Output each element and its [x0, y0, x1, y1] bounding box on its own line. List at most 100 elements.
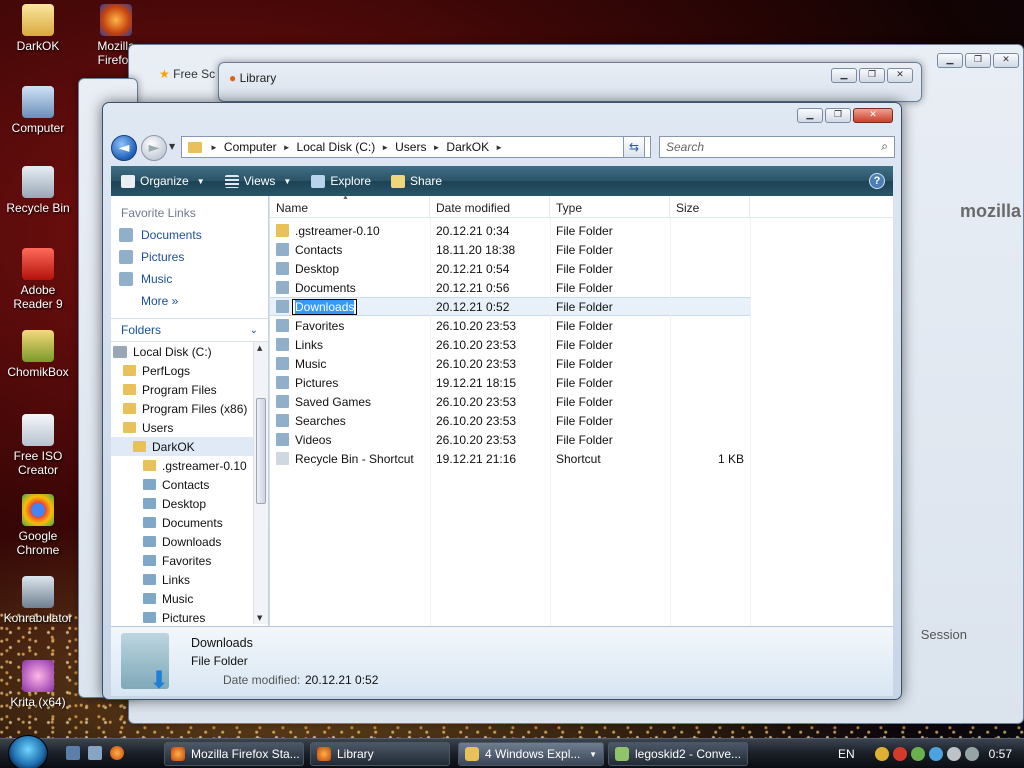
desktop-icon-krita[interactable]: Krita (x64): [0, 660, 76, 709]
file-row[interactable]: .gstreamer-0.10 20.12.21 0:34 File Folder: [270, 221, 893, 240]
explorer-titlebar[interactable]: ▁ ❐ ✕: [103, 103, 901, 133]
column-header-name[interactable]: ▲ Name: [270, 194, 430, 217]
tray-icon[interactable]: [928, 747, 943, 761]
scroll-down-icon[interactable]: ▼: [257, 614, 262, 622]
tree-item[interactable]: PerfLogs: [111, 361, 268, 380]
breadcrumb-darkok[interactable]: DarkOK: [442, 140, 493, 154]
explorer-window[interactable]: ▁ ❐ ✕ ◄ ► ▼ ► Computer ► Local Disk (C:)…: [102, 102, 902, 700]
chevron-right-icon[interactable]: ►: [430, 143, 442, 152]
file-row[interactable]: Desktop 20.12.21 0:54 File Folder: [270, 259, 893, 278]
network-icon[interactable]: [946, 747, 961, 761]
tree-item[interactable]: Favorites: [111, 551, 268, 570]
tray-icon[interactable]: [874, 747, 889, 761]
address-bar[interactable]: ► Computer ► Local Disk (C:) ► Users ► D…: [181, 136, 651, 158]
tray-icon[interactable]: [910, 747, 925, 761]
forward-button[interactable]: ►: [141, 135, 167, 161]
scroll-up-icon[interactable]: ▲: [257, 344, 262, 352]
search-icon[interactable]: ⌕: [881, 139, 888, 154]
tree-item[interactable]: Program Files: [111, 380, 268, 399]
desktop-icon-darkok[interactable]: DarkOK: [0, 4, 76, 53]
file-row[interactable]: Contacts 18.11.20 18:38 File Folder: [270, 240, 893, 259]
desktop-icon-free-iso-creator[interactable]: Free ISO Creator: [0, 414, 76, 477]
maximize-icon[interactable]: ❐: [859, 68, 885, 83]
clock[interactable]: 0:57: [989, 747, 1012, 761]
file-row[interactable]: Links 26.10.20 23:53 File Folder: [270, 335, 893, 354]
maximize-icon[interactable]: ❐: [965, 53, 991, 68]
desktop-icon-chomikbox[interactable]: ChomikBox: [0, 330, 76, 379]
close-icon[interactable]: ✕: [887, 68, 913, 83]
taskbar-button-legoskid[interactable]: legoskid2 - Conve...: [608, 742, 748, 766]
tray-icon[interactable]: [892, 747, 907, 761]
desktop-icon-konrabulator[interactable]: Konrabulator: [0, 576, 76, 625]
search-input[interactable]: Search ⌕: [659, 136, 895, 158]
switch-windows-icon[interactable]: [88, 746, 102, 760]
tree-item[interactable]: Documents: [111, 513, 268, 532]
tree-item[interactable]: Downloads: [111, 532, 268, 551]
favorite-links-more[interactable]: More »: [111, 290, 268, 312]
file-list[interactable]: ▲ Name Date modified Type Size .gstreamer…: [270, 194, 893, 626]
file-row[interactable]: Favorites 26.10.20 23:53 File Folder: [270, 316, 893, 335]
desktop-icon-google-chrome[interactable]: Google Chrome: [0, 494, 76, 557]
tree-item[interactable]: Desktop: [111, 494, 268, 513]
file-row[interactable]: Recycle Bin - Shortcut 19.12.21 21:16 Shor…: [270, 449, 893, 468]
share-button[interactable]: Share: [381, 174, 452, 188]
organize-button[interactable]: Organize ▼: [111, 174, 215, 188]
views-button[interactable]: Views ▼: [215, 174, 302, 188]
show-desktop-icon[interactable]: [66, 746, 80, 760]
desktop-icon-recycle-bin[interactable]: Recycle Bin: [0, 166, 76, 215]
file-row[interactable]: Documents 20.12.21 0:56 File Folder: [270, 278, 893, 297]
tree-item[interactable]: Pictures: [111, 608, 268, 624]
favorite-link-documents[interactable]: Documents: [111, 224, 268, 246]
rename-input[interactable]: Downloads: [292, 298, 358, 315]
file-row[interactable]: Pictures 19.12.21 18:15 File Folder: [270, 373, 893, 392]
start-button[interactable]: [8, 735, 48, 768]
breadcrumb-computer[interactable]: Computer: [220, 140, 281, 154]
tree-item[interactable]: Music: [111, 589, 268, 608]
tree-item[interactable]: DarkOK: [111, 437, 268, 456]
explore-button[interactable]: Explore: [301, 174, 381, 188]
background-window-library[interactable]: ● Library ▁ ❐ ✕: [218, 62, 922, 102]
favorite-link-music[interactable]: Music: [111, 268, 268, 290]
recent-pages-dropdown[interactable]: ▼: [169, 142, 175, 151]
minimize-icon[interactable]: ▁: [831, 68, 857, 83]
firefox-quicklaunch-icon[interactable]: [110, 746, 124, 760]
volume-icon[interactable]: [964, 747, 979, 761]
column-header-type[interactable]: Type: [550, 196, 670, 217]
taskbar-button-windows-explorer[interactable]: 4 Windows Expl... ▼: [458, 742, 604, 766]
language-indicator[interactable]: EN: [838, 747, 855, 761]
refresh-button[interactable]: ⇆: [623, 136, 645, 158]
chevron-right-icon[interactable]: ►: [379, 143, 391, 152]
file-row[interactable]: Saved Games 26.10.20 23:53 File Folder: [270, 392, 893, 411]
column-header-date-modified[interactable]: Date modified: [430, 196, 550, 217]
scrollbar-thumb[interactable]: [256, 398, 266, 504]
file-row[interactable]: Videos 26.10.20 23:53 File Folder: [270, 430, 893, 449]
taskbar-button-firefox[interactable]: Mozilla Firefox Sta...: [164, 742, 304, 766]
favorite-link-pictures[interactable]: Pictures: [111, 246, 268, 268]
desktop-icon-computer[interactable]: Computer: [0, 86, 76, 135]
desktop-icon-adobe-reader[interactable]: Adobe Reader 9: [0, 248, 76, 311]
file-row[interactable]: Searches 26.10.20 23:53 File Folder: [270, 411, 893, 430]
taskbar-button-library[interactable]: Library: [310, 742, 450, 766]
minimize-icon[interactable]: ▁: [797, 108, 823, 123]
tree-item[interactable]: Users: [111, 418, 268, 437]
column-header-size[interactable]: Size: [670, 196, 750, 217]
maximize-icon[interactable]: ❐: [825, 108, 851, 123]
breadcrumb-users[interactable]: Users: [391, 140, 430, 154]
chevron-right-icon[interactable]: ►: [281, 143, 293, 152]
folders-header[interactable]: Folders ⌄: [111, 318, 268, 342]
folder-tree-scrollbar[interactable]: ▲ ▼: [253, 342, 268, 624]
tree-item[interactable]: Contacts: [111, 475, 268, 494]
tree-item[interactable]: Links: [111, 570, 268, 589]
folder-tree[interactable]: Local Disk (C:) PerfLogs Program Files Prog…: [111, 342, 268, 624]
close-icon[interactable]: ✕: [993, 53, 1019, 68]
chevron-right-icon[interactable]: ►: [493, 143, 505, 152]
file-row[interactable]: Downloads 20.12.21 0:52 File Folder: [270, 297, 750, 316]
breadcrumb-local-disk[interactable]: Local Disk (C:): [293, 140, 380, 154]
minimize-icon[interactable]: ▁: [937, 53, 963, 68]
close-icon[interactable]: ✕: [853, 108, 893, 123]
help-icon[interactable]: ?: [869, 173, 885, 189]
tree-item[interactable]: Program Files (x86): [111, 399, 268, 418]
tree-item[interactable]: Local Disk (C:): [111, 342, 268, 361]
rename-selection[interactable]: Downloads: [295, 299, 355, 314]
tree-item[interactable]: .gstreamer-0.10: [111, 456, 268, 475]
